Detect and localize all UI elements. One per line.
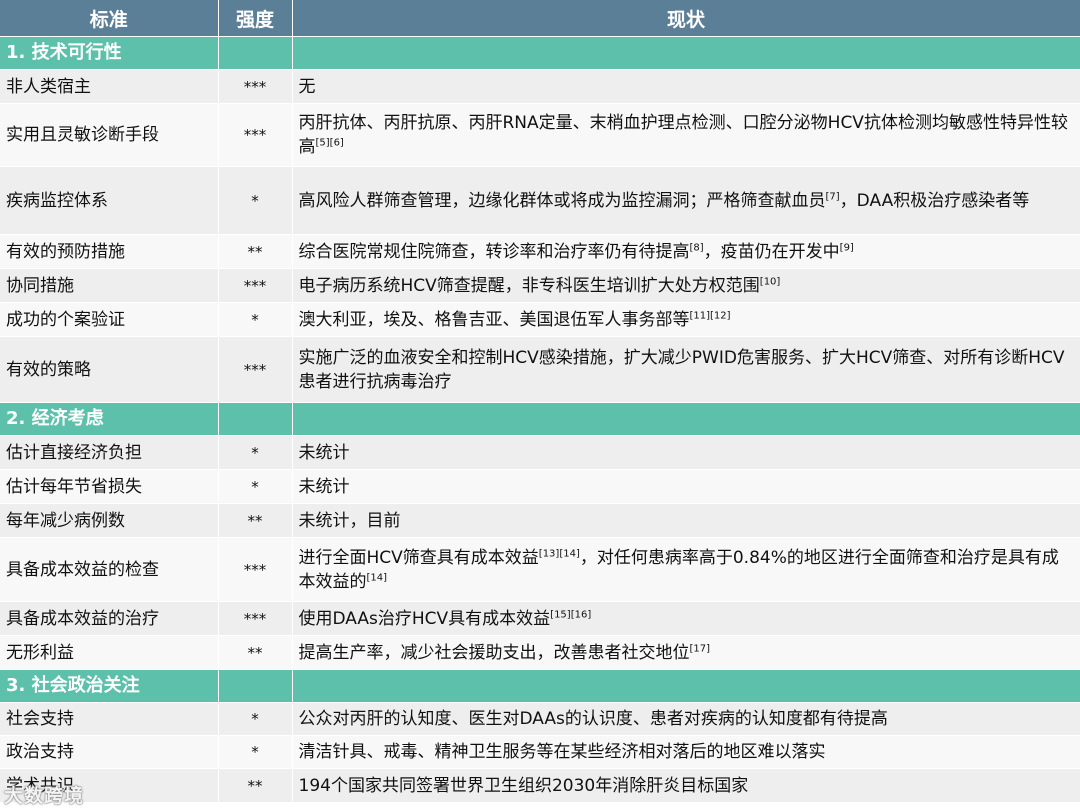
criterion-cell: 有效的策略 [0,336,219,403]
strength-cell: *** [218,601,293,636]
status-cell: 未统计，目前 [292,503,1080,538]
table-row: 疾病监控体系 * 高风险人群筛查管理，边缘化群体或将成为监控漏洞；严格筛查献血员… [0,166,1080,235]
status-cell: 澳大利亚，埃及、格鲁吉亚、美国退伍军人事务部等[11][12] [292,302,1080,337]
citation: [17] [689,642,711,654]
header-status: 现状 [292,0,1080,37]
criterion-cell: 非人类宿主 [0,69,219,104]
strength-cell: * [218,302,293,337]
strength-cell: * [218,435,293,470]
watermark-logo: 大数跨境 [4,785,85,807]
strength-cell: *** [218,537,293,602]
status-cell: 使用DAAs治疗HCV具有成本效益[15][16] [292,601,1080,636]
strength-cell: *** [218,268,293,303]
status-cell: 未统计 [292,469,1080,504]
table-row: 具备成本效益的治疗 *** 使用DAAs治疗HCV具有成本效益[15][16] [0,601,1080,636]
header-row: 标准 强度 现状 [0,0,1080,37]
hcv-elimination-table: 标准 强度 现状 1. 技术可行性 非人类宿主 *** 无 实用且灵敏诊断手段 … [0,0,1080,803]
criterion-cell: 具备成本效益的检查 [0,537,219,602]
header-strength: 强度 [218,0,293,37]
citation: [9] [839,241,854,253]
citation: [5][6] [315,137,344,149]
section-title: 2. 经济考虑 [0,402,219,436]
table-row: 有效的策略 *** 实施广泛的血液安全和控制HCV感染措施，扩大减少PWID危害… [0,336,1080,403]
status-cell: 丙肝抗体、丙肝抗原、丙肝RNA定量、末梢血护理点检测、口腔分泌物HCV抗体检测均… [292,103,1080,167]
citation: [7] [825,190,840,202]
section-row: 1. 技术可行性 [0,36,1080,70]
strength-cell: ** [218,768,293,803]
status-cell: 194个国家共同签署世界卫生组织2030年消除肝炎目标国家 [292,768,1080,803]
criterion-cell: 具备成本效益的治疗 [0,601,219,636]
table-row: 协同措施 *** 电子病历系统HCV筛查提醒，非专科医生培训扩大处方权范围[10… [0,268,1080,303]
strength-cell: ** [218,234,293,269]
table-row: 实用且灵敏诊断手段 *** 丙肝抗体、丙肝抗原、丙肝RNA定量、末梢血护理点检测… [0,103,1080,167]
header-criterion: 标准 [0,0,219,37]
status-cell: 进行全面HCV筛查具有成本效益[13][14]，对任何患病率高于0.84%的地区… [292,537,1080,602]
status-cell: 综合医院常规住院筛查，转诊率和治疗率仍有待提高[8]，疫苗仍在开发中[9] [292,234,1080,269]
citation: [15][16] [550,608,592,620]
table-row: 成功的个案验证 * 澳大利亚，埃及、格鲁吉亚、美国退伍军人事务部等[11][12… [0,302,1080,337]
strength-cell: *** [218,103,293,167]
table-row: 有效的预防措施 ** 综合医院常规住院筛查，转诊率和治疗率仍有待提高[8]，疫苗… [0,234,1080,269]
strength-cell: * [218,469,293,504]
section-row: 3. 社会政治关注 [0,669,1080,703]
criterion-cell: 社会支持 [0,702,219,736]
table-row: 非人类宿主 *** 无 [0,69,1080,104]
criterion-cell: 政治支持 [0,735,219,769]
strength-cell: ** [218,635,293,670]
citation: [8] [689,241,704,253]
section-title: 1. 技术可行性 [0,36,219,70]
citation: [13][14] [538,547,580,559]
section-row: 2. 经济考虑 [0,402,1080,436]
status-cell: 清洁针具、戒毒、精神卫生服务等在某些经济相对落后的地区难以落实 [292,735,1080,769]
criterion-cell: 实用且灵敏诊断手段 [0,103,219,167]
criterion-cell: 无形利益 [0,635,219,670]
status-cell: 公众对丙肝的认知度、医生对DAAs的认识度、患者对疾病的认知度都有待提高 [292,702,1080,736]
strength-cell: *** [218,69,293,104]
table-row: 无形利益 ** 提高生产率，减少社会援助支出，改善患者社交地位[17] [0,635,1080,670]
criterion-cell: 成功的个案验证 [0,302,219,337]
criterion-cell: 疾病监控体系 [0,166,219,235]
citation: [10] [759,275,781,287]
status-cell: 提高生产率，减少社会援助支出，改善患者社交地位[17] [292,635,1080,670]
strength-cell: *** [218,336,293,403]
citation: [11][12] [689,309,731,321]
strength-cell: * [218,166,293,235]
citation: [14] [366,571,388,583]
strength-cell: ** [218,503,293,538]
table-row: 学术共识 ** 194个国家共同签署世界卫生组织2030年消除肝炎目标国家 [0,768,1080,803]
status-cell: 无 [292,69,1080,104]
table-row: 每年减少病例数 ** 未统计，目前 [0,503,1080,538]
criterion-cell: 估计每年节省损失 [0,469,219,504]
section-title: 3. 社会政治关注 [0,669,219,703]
table-row: 具备成本效益的检查 *** 进行全面HCV筛查具有成本效益[13][14]，对任… [0,537,1080,602]
strength-cell: * [218,702,293,736]
table-row: 政治支持 * 清洁针具、戒毒、精神卫生服务等在某些经济相对落后的地区难以落实 [0,735,1080,769]
criterion-cell: 估计直接经济负担 [0,435,219,470]
strength-cell: * [218,735,293,769]
table-row: 估计直接经济负担 * 未统计 [0,435,1080,470]
table-row: 估计每年节省损失 * 未统计 [0,469,1080,504]
table-row: 社会支持 * 公众对丙肝的认知度、医生对DAAs的认识度、患者对疾病的认知度都有… [0,702,1080,736]
criterion-cell: 协同措施 [0,268,219,303]
status-cell: 实施广泛的血液安全和控制HCV感染措施，扩大减少PWID危害服务、扩大HCV筛查… [292,336,1080,403]
status-cell: 高风险人群筛查管理，边缘化群体或将成为监控漏洞；严格筛查献血员[7]，DAA积极… [292,166,1080,235]
status-cell: 未统计 [292,435,1080,470]
status-cell: 电子病历系统HCV筛查提醒，非专科医生培训扩大处方权范围[10] [292,268,1080,303]
criterion-cell: 有效的预防措施 [0,234,219,269]
criterion-cell: 每年减少病例数 [0,503,219,538]
